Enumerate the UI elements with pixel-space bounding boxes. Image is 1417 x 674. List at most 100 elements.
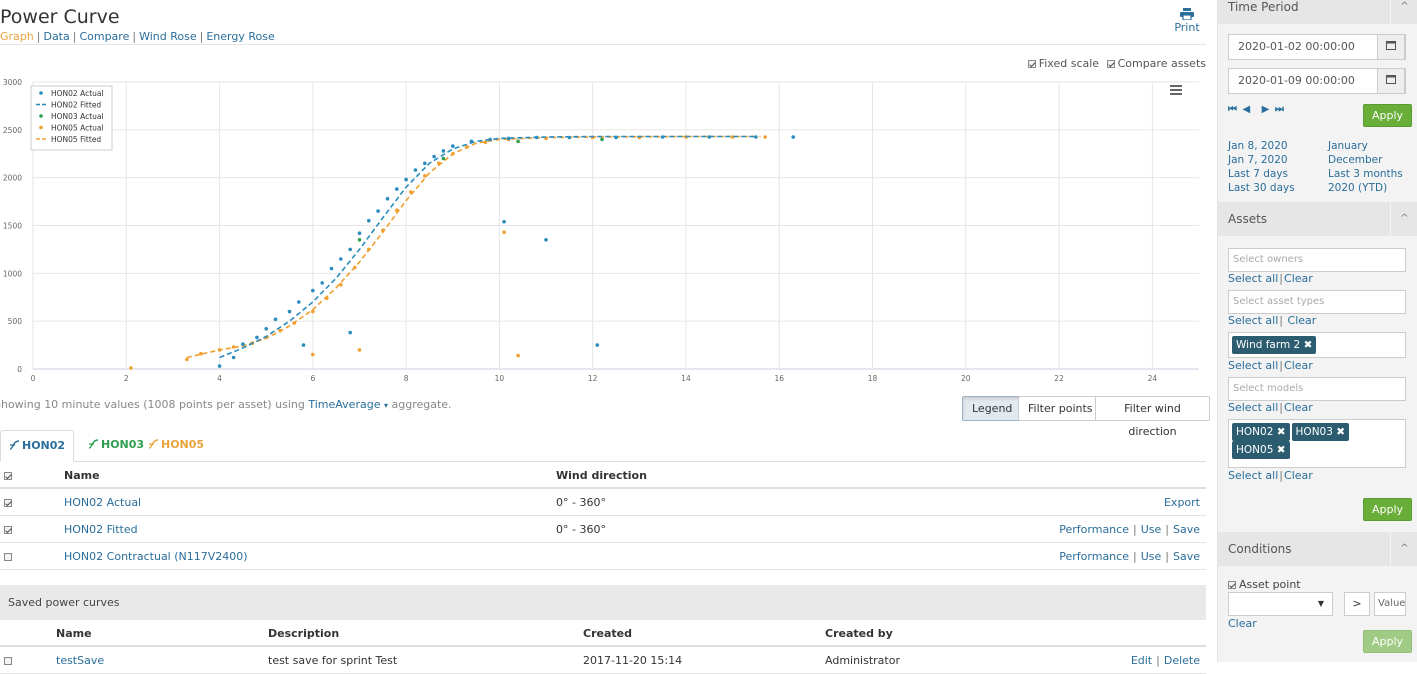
action-save-link[interactable]: Save xyxy=(1173,550,1200,563)
x-tick-label: 22 xyxy=(1054,374,1064,383)
last-period-icon[interactable]: ⏭ xyxy=(1275,104,1285,115)
quick-range-link[interactable]: January xyxy=(1328,140,1368,152)
action-edit-link[interactable]: Edit xyxy=(1131,654,1152,667)
action-use-link[interactable]: Use xyxy=(1141,550,1162,563)
quick-range-link[interactable]: 2020 (YTD) xyxy=(1328,182,1387,194)
row-checkbox[interactable] xyxy=(4,526,12,534)
data-point xyxy=(376,209,380,213)
asset-group-tag-label: Wind farm 2 xyxy=(1236,339,1301,351)
condition-value-input[interactable]: Value xyxy=(1374,592,1406,616)
conditions-clear-link[interactable]: Clear xyxy=(1228,617,1257,630)
calendar-icon[interactable] xyxy=(1377,68,1405,94)
action-delete-link[interactable]: Delete xyxy=(1164,654,1200,667)
quick-ranges-right: January December Last 3 months 2020 (YTD) xyxy=(1328,139,1403,195)
row-checkbox[interactable] xyxy=(4,553,12,561)
quick-range-link[interactable]: Jan 7, 2020 xyxy=(1228,154,1288,166)
remove-tag-icon[interactable]: ✖ xyxy=(1273,426,1286,438)
quick-range-link[interactable]: December xyxy=(1328,154,1382,166)
assets-clear-link[interactable]: Clear xyxy=(1284,469,1313,482)
action-export-link[interactable]: Export xyxy=(1164,496,1200,509)
row-checkbox[interactable] xyxy=(4,499,12,507)
remove-tag-icon[interactable]: ✖ xyxy=(1304,339,1313,351)
assets-select[interactable]: HON02 ✖ HON03 ✖HON05 ✖ xyxy=(1228,419,1406,468)
asset-point-select[interactable]: ▼ xyxy=(1228,592,1333,616)
chevron-up-icon[interactable]: ^ xyxy=(1390,0,1417,24)
remove-tag-icon[interactable]: ✖ xyxy=(1273,444,1286,456)
view-nav: Graph | Data | Compare | Wind Rose | Energy Rose xyxy=(0,30,275,43)
asset-tag[interactable]: HON02 ✖ xyxy=(1232,423,1290,441)
asset-tag[interactable]: HON05 ✖ xyxy=(1232,441,1290,459)
owners-select[interactable]: Select owners xyxy=(1228,248,1406,272)
chevron-up-icon[interactable]: ^ xyxy=(1390,202,1417,236)
time-apply-button[interactable]: Apply xyxy=(1363,104,1413,127)
remove-tag-icon[interactable]: ✖ xyxy=(1333,426,1345,438)
nav-energy-rose-link[interactable]: Energy Rose xyxy=(206,30,274,43)
saved-curve-created: 2017-11-20 15:14 xyxy=(583,654,683,667)
data-point xyxy=(423,161,427,166)
assets-header[interactable]: Assets ^ xyxy=(1218,202,1417,236)
power-curve-chart: 050010001500200025003000 0 2 4 6 8 10 12 14 16 18… xyxy=(3,78,1199,383)
group-clear-link[interactable]: Clear xyxy=(1284,359,1313,372)
time-period-header[interactable]: Time Period ^ xyxy=(1218,0,1417,24)
aggregate-method-dropdown[interactable]: TimeAverage ▾ xyxy=(308,398,388,411)
first-period-icon[interactable]: ⏮ xyxy=(1228,104,1238,115)
models-clear-link[interactable]: Clear xyxy=(1284,401,1313,414)
nav-graph-link[interactable]: Graph xyxy=(0,30,34,43)
action-performance-link[interactable]: Performance xyxy=(1059,550,1129,563)
asset-types-select[interactable]: Select asset types xyxy=(1228,290,1406,314)
types-select-all-link[interactable]: Select all xyxy=(1228,314,1278,327)
filter-wind-direction-button[interactable]: Filter wind direction xyxy=(1095,396,1210,438)
operator-select[interactable]: > xyxy=(1344,592,1370,616)
asset-group-select[interactable]: Wind farm 2 ✖ xyxy=(1228,332,1406,358)
saved-row-checkbox[interactable] xyxy=(4,657,12,665)
curve-name-link[interactable]: HON02 Actual xyxy=(64,489,141,516)
group-select-all-link[interactable]: Select all xyxy=(1228,359,1278,372)
types-clear-link[interactable]: Clear xyxy=(1288,314,1317,327)
action-save-link[interactable]: Save xyxy=(1173,523,1200,536)
action-performance-link[interactable]: Performance xyxy=(1059,523,1129,536)
data-point xyxy=(409,190,413,194)
assets-select-all-link[interactable]: Select all xyxy=(1228,469,1278,482)
filter-points-button[interactable]: Filter points xyxy=(1018,396,1103,421)
asset-tab-hon02[interactable]: HON02 xyxy=(0,430,75,462)
saved-row-actions: Edit | Delete xyxy=(1130,654,1200,667)
saved-curve-name[interactable]: testSave xyxy=(56,647,104,674)
start-date-input[interactable]: 2020-01-02 00:00:00 xyxy=(1228,34,1406,60)
assets-apply-button[interactable]: Apply xyxy=(1363,498,1413,521)
column-header-name: Name xyxy=(64,469,100,482)
end-date-input[interactable]: 2020-01-09 00:00:00 xyxy=(1228,68,1406,94)
conditions-apply-button[interactable]: Apply xyxy=(1363,630,1413,653)
curve-name-link[interactable]: HON02 Contractual (N117V2400) xyxy=(64,543,248,570)
asset-tab-hon05[interactable]: HON05 xyxy=(140,430,212,462)
data-point xyxy=(231,355,236,360)
asset-group-tag[interactable]: Wind farm 2 ✖ xyxy=(1232,336,1317,354)
nav-wind-rose-link[interactable]: Wind Rose xyxy=(139,30,197,43)
conditions-header[interactable]: Conditions ^ xyxy=(1218,532,1417,566)
asset-point-checkbox[interactable] xyxy=(1228,581,1236,589)
owners-clear-link[interactable]: Clear xyxy=(1284,272,1313,285)
previous-period-icon[interactable]: ◀ xyxy=(1242,104,1251,115)
select-all-checkbox[interactable] xyxy=(4,472,12,480)
legend-toggle-button[interactable]: Legend xyxy=(962,396,1023,421)
quick-range-link[interactable]: Last 7 days xyxy=(1228,168,1288,180)
nav-data-link[interactable]: Data xyxy=(43,30,69,43)
owners-select-all-link[interactable]: Select all xyxy=(1228,272,1278,285)
models-select-all-link[interactable]: Select all xyxy=(1228,401,1278,414)
fixed-scale-checkbox[interactable] xyxy=(1027,60,1036,68)
models-select[interactable]: Select models xyxy=(1228,377,1406,401)
curve-name-link[interactable]: HON02 Fitted xyxy=(64,516,138,543)
quick-range-link[interactable]: Jan 8, 2020 xyxy=(1228,140,1288,152)
end-date-value: 2020-01-09 00:00:00 xyxy=(1238,74,1355,87)
calendar-icon[interactable] xyxy=(1377,34,1405,60)
asset-tag[interactable]: HON03 ✖ xyxy=(1291,423,1350,441)
print-button[interactable]: Print xyxy=(1170,8,1204,34)
compare-assets-checkbox[interactable] xyxy=(1106,60,1115,68)
quick-range-link[interactable]: Last 3 months xyxy=(1328,168,1403,180)
asset-tag-label: HON05 xyxy=(1236,444,1274,456)
action-use-link[interactable]: Use xyxy=(1141,523,1162,536)
chart-menu-icon[interactable] xyxy=(1170,85,1182,95)
quick-range-link[interactable]: Last 30 days xyxy=(1228,182,1295,194)
nav-compare-link[interactable]: Compare xyxy=(79,30,129,43)
chevron-up-icon[interactable]: ^ xyxy=(1390,532,1417,566)
next-period-icon[interactable]: ▶ xyxy=(1262,104,1271,115)
